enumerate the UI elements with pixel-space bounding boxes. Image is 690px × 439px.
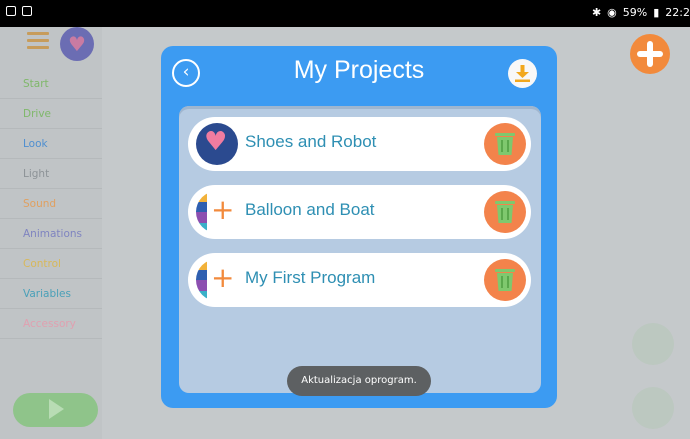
my-projects-dialog: ‹ My Projects ♥ Shoes and Robot + Balloo…	[161, 46, 557, 408]
toast-message: Aktualizacja oprogram.	[287, 366, 431, 396]
side-control-button[interactable]	[632, 323, 674, 365]
new-project-icon: +	[196, 259, 238, 301]
trash-icon[interactable]	[484, 259, 526, 301]
status-bar: ✱ ◉ 59% ▮ 22:2	[0, 0, 690, 27]
project-name: Balloon and Boat	[245, 200, 375, 219]
category-variables[interactable]: Variables	[0, 279, 102, 309]
image-icon	[22, 6, 32, 16]
play-icon	[49, 399, 64, 419]
download-icon[interactable]	[508, 59, 537, 88]
bluetooth-icon: ✱	[591, 6, 602, 19]
new-project-icon: +	[196, 191, 238, 233]
notification-icon	[6, 6, 16, 16]
category-accessory[interactable]: Accessory	[0, 309, 102, 339]
trash-icon[interactable]	[484, 123, 526, 165]
category-list: Start Drive Look Light Sound Animations …	[0, 69, 102, 339]
category-animations[interactable]: Animations	[0, 219, 102, 249]
category-control[interactable]: Control	[0, 249, 102, 279]
battery-level: 59%	[622, 6, 648, 19]
menu-icon[interactable]	[27, 32, 49, 50]
category-sound[interactable]: Sound	[0, 189, 102, 219]
play-button[interactable]	[13, 393, 98, 427]
heart-icon[interactable]: ♥	[60, 27, 94, 61]
block-sidebar: ♥ Start Drive Look Light Sound Animation…	[0, 27, 102, 439]
project-name: My First Program	[245, 268, 376, 287]
trash-icon[interactable]	[484, 191, 526, 233]
side-control-button[interactable]	[632, 387, 674, 429]
category-start[interactable]: Start	[0, 69, 102, 99]
plus-icon[interactable]	[630, 34, 670, 74]
wifi-icon: ◉	[607, 6, 617, 19]
category-drive[interactable]: Drive	[0, 99, 102, 129]
heart-icon: ♥	[196, 123, 238, 165]
dialog-title: My Projects	[293, 56, 425, 84]
category-light[interactable]: Light	[0, 159, 102, 189]
list-item[interactable]: + Balloon and Boat	[188, 185, 531, 239]
category-look[interactable]: Look	[0, 129, 102, 159]
project-list: ♥ Shoes and Robot + Balloon and Boat + M…	[179, 106, 541, 393]
project-name: Shoes and Robot	[245, 132, 377, 151]
battery-icon: ▮	[653, 6, 660, 19]
clock: 22:2	[665, 6, 690, 19]
list-item[interactable]: + My First Program	[188, 253, 531, 307]
list-item[interactable]: ♥ Shoes and Robot	[188, 117, 531, 171]
